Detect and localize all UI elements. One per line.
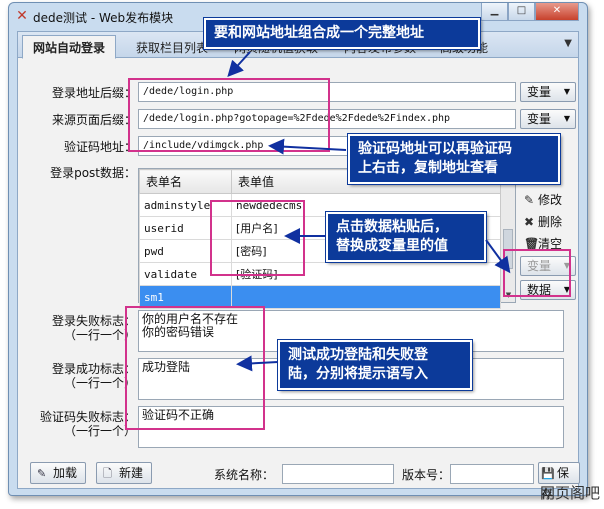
- watermark: 网页阁吧: [539, 484, 600, 502]
- delete-button[interactable]: ✖ 删除: [520, 212, 578, 232]
- delete-icon: ✖: [524, 215, 535, 229]
- folder-icon: ✎: [37, 467, 47, 480]
- cell-value[interactable]: [231, 285, 501, 309]
- edit-button[interactable]: ✎ 修改: [520, 190, 578, 210]
- window-controls: ▁ □ ✕: [481, 3, 579, 21]
- edit-label: 修改: [538, 193, 563, 207]
- maximize-icon[interactable]: □: [508, 3, 535, 21]
- system-name-input[interactable]: [282, 464, 394, 484]
- post-data-label: 登录post数据：: [50, 166, 136, 180]
- new-label: 新建: [119, 466, 144, 480]
- new-file-icon: 🗋: [103, 467, 112, 480]
- version-label: 版本号：: [402, 468, 451, 482]
- success-flag-hint: （一行一个）: [63, 376, 136, 390]
- load-label: 加载: [53, 466, 78, 480]
- source-suffix-var-button[interactable]: 变量 ▼: [520, 109, 576, 129]
- delete-label: 删除: [538, 215, 563, 229]
- fail-flag-hint: （一行一个）: [63, 328, 136, 342]
- version-input[interactable]: [450, 464, 534, 484]
- table-row[interactable]: validate [验证码]: [139, 262, 501, 286]
- chevron-down-icon: ▼: [563, 114, 570, 123]
- column-header-name[interactable]: 表单名: [139, 169, 232, 194]
- highlight-url-fields: [128, 78, 330, 152]
- tab-auto-login[interactable]: 网站自动登录: [22, 35, 117, 59]
- var-label: 变量: [527, 85, 552, 99]
- load-button[interactable]: ✎ 加载: [30, 462, 87, 484]
- close-icon[interactable]: ✕: [535, 3, 579, 21]
- highlight-data-buttons: [503, 249, 571, 297]
- login-suffix-label: 登录地址后缀：: [51, 86, 136, 100]
- callout-captcha: 验证码地址可以再验证码 上右击，复制地址查看: [347, 133, 561, 185]
- tool-icon: ✕: [16, 8, 28, 24]
- save-button[interactable]: 💾 保存: [538, 462, 580, 501]
- save-icon: 💾: [541, 467, 555, 480]
- system-name-label: 系统名称：: [214, 468, 275, 482]
- window-title: dede测试 - Web发布模块: [33, 11, 174, 25]
- minimize-icon[interactable]: ▁: [481, 3, 508, 21]
- captcha-url-label: 验证码地址：: [63, 140, 136, 154]
- edit-icon: ✎: [524, 193, 535, 207]
- login-suffix-var-button[interactable]: 变量 ▼: [520, 82, 576, 102]
- callout-url-suffix: 要和网站地址组合成一个完整地址: [203, 17, 481, 50]
- source-suffix-label: 来源页面后缀：: [51, 113, 136, 127]
- callout-login-flags: 测试成功登陆和失败登 陆，分别将提示语写入: [277, 339, 473, 391]
- highlight-variable-cells: [210, 200, 305, 276]
- captcha-fail-flag-hint: （一行一个）: [63, 424, 136, 438]
- new-button[interactable]: 🗋 新建: [96, 462, 153, 484]
- var-label: 变量: [527, 112, 552, 126]
- callout-paste-data: 点击数据粘贴后， 替换成变量里的值: [325, 211, 487, 263]
- tab-overflow-icon[interactable]: ▼: [564, 38, 572, 49]
- chevron-down-icon: ▼: [563, 87, 570, 96]
- highlight-flag-values: [125, 306, 265, 430]
